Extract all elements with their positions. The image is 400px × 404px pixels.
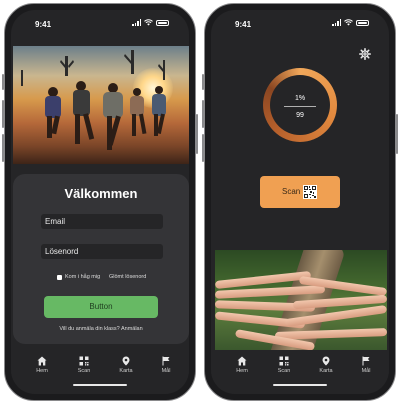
tab-map-label: Karta: [119, 368, 133, 374]
tab-goal[interactable]: Mål: [351, 356, 381, 374]
signup-link[interactable]: Vill du anmäla din klass? Anmälan: [13, 326, 189, 332]
volume-down-button: [202, 134, 204, 162]
battery-icon: [156, 20, 169, 26]
cellular-signal-icon: [332, 19, 341, 26]
scan-button-label: Scan: [282, 187, 301, 196]
progress-divider: [284, 106, 316, 107]
status-bar: 9:41: [211, 10, 389, 36]
home-icon: [237, 356, 247, 366]
home-indicator: [73, 384, 127, 386]
cellular-signal-icon: [132, 19, 141, 26]
map-pin-icon: [322, 356, 330, 366]
progress-percent: 1%: [294, 95, 306, 102]
status-bar: 9:41: [11, 10, 189, 36]
tab-scan-label: Scan: [77, 368, 91, 374]
wifi-icon: [344, 19, 353, 26]
phone-scan: 9:41 1% 99 Scan Hem Scan Karta Mål: [202, 3, 398, 401]
qr-icon: [79, 356, 89, 366]
settings-gear-icon[interactable]: [359, 48, 371, 60]
tab-goal-label: Mål: [361, 368, 371, 374]
tab-home[interactable]: Hem: [27, 356, 57, 374]
phone-login: 9:41 Välkommen Email Kom i håg mig Glömt…: [2, 3, 198, 401]
progress-ring: 1% 99: [263, 68, 337, 142]
tab-goal[interactable]: Mål: [151, 356, 181, 374]
mute-switch: [2, 74, 4, 90]
volume-down-button: [2, 134, 4, 162]
tab-home[interactable]: Hem: [227, 356, 257, 374]
forgot-password-link[interactable]: Glömt lösenord: [109, 274, 146, 280]
tab-home-label: Hem: [236, 368, 248, 374]
power-button: [196, 114, 198, 154]
hero-photo-running-people: [13, 46, 189, 164]
login-card: Välkommen Kom i håg mig Glömt lösenord B…: [13, 174, 189, 344]
scan-button[interactable]: Scan: [260, 176, 340, 208]
tab-map-label: Karta: [319, 368, 333, 374]
password-field[interactable]: [41, 244, 163, 259]
tab-map[interactable]: Karta: [111, 356, 141, 374]
home-icon: [37, 356, 47, 366]
volume-up-button: [202, 100, 204, 128]
remember-me[interactable]: Kom i håg mig: [57, 274, 100, 280]
tab-scan[interactable]: Scan: [269, 356, 299, 374]
progress-remaining: 99: [296, 112, 304, 119]
tab-scan-label: Scan: [277, 368, 291, 374]
qr-code-icon: [303, 185, 317, 199]
volume-up-button: [2, 100, 4, 128]
flag-icon: [362, 356, 370, 366]
battery-icon: [356, 20, 369, 26]
wifi-icon: [144, 19, 153, 26]
photo-hands-on-log: [215, 250, 387, 358]
tab-map[interactable]: Karta: [311, 356, 341, 374]
power-button: [396, 114, 398, 154]
tab-bar: Hem Scan Karta Mål: [211, 350, 389, 394]
status-time: 9:41: [35, 20, 52, 29]
running-people-illustration: [21, 50, 166, 150]
map-pin-icon: [122, 356, 130, 366]
tab-goal-label: Mål: [161, 368, 171, 374]
remember-checkbox[interactable]: [57, 274, 62, 280]
email-field[interactable]: [41, 214, 163, 229]
welcome-title: Välkommen: [64, 186, 138, 201]
home-indicator: [273, 384, 327, 386]
scan-screen: 9:41 1% 99 Scan Hem Scan Karta Mål: [211, 10, 389, 394]
mute-switch: [202, 74, 204, 90]
login-button[interactable]: Button: [44, 296, 158, 318]
qr-icon: [279, 356, 289, 366]
tab-bar: Hem Scan Karta Mål: [11, 350, 189, 394]
flag-icon: [162, 356, 170, 366]
tab-scan[interactable]: Scan: [69, 356, 99, 374]
tab-home-label: Hem: [36, 368, 48, 374]
remember-label: Kom i håg mig: [65, 274, 101, 280]
login-screen: 9:41 Välkommen Email Kom i håg mig Glömt…: [11, 10, 189, 394]
status-time: 9:41: [235, 20, 252, 29]
